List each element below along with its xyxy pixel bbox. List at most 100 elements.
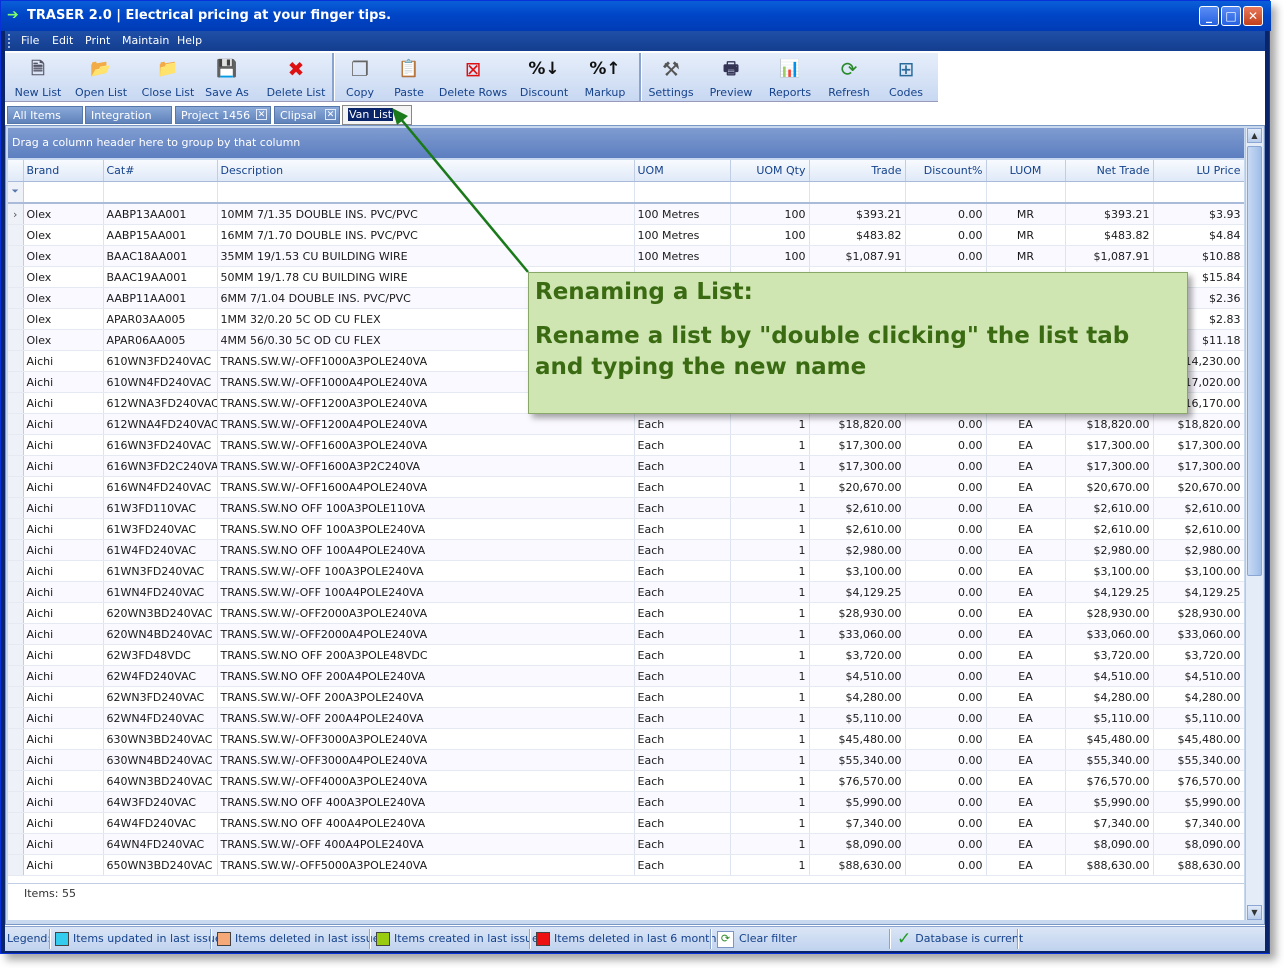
row-indicator[interactable] — [8, 665, 24, 687]
row-indicator[interactable] — [8, 287, 24, 309]
row-indicator[interactable] — [8, 707, 24, 729]
row-indicator[interactable] — [8, 728, 24, 750]
filter-cell[interactable] — [986, 181, 1066, 204]
table-row[interactable]: Aichi 630WN4BD240VAC TRANS.SW.W/-OFF3000A4… — [8, 749, 1244, 771]
save-as-button[interactable]: 💾 Save As — [202, 53, 252, 101]
row-indicator[interactable] — [8, 224, 24, 246]
table-row[interactable]: Aichi 616WN4FD240VAC TRANS.SW.W/-OFF1600A4… — [8, 476, 1244, 498]
filter-cell[interactable] — [905, 181, 987, 204]
row-indicator[interactable] — [8, 833, 24, 855]
discount-button[interactable]: %↓ Discount — [512, 53, 576, 101]
filter-cell[interactable] — [1153, 181, 1244, 204]
table-row[interactable]: Olex AABP15AA001 16MM 7/1.70 DOUBLE INS. P… — [8, 224, 1244, 246]
column-header-cat-[interactable]: Cat# — [103, 160, 218, 182]
column-header-brand[interactable]: Brand — [23, 160, 104, 182]
tab-all-items-list[interactable]: All Items List — [7, 106, 83, 139]
menu-grip[interactable] — [8, 34, 13, 48]
row-indicator[interactable] — [8, 560, 24, 582]
table-row[interactable]: Aichi 64WN4FD240VAC TRANS.SW.W/-OFF 400A4P… — [8, 833, 1244, 855]
title-bar[interactable]: ➔ TRASER 2.0 | Electrical pricing at you… — [1, 1, 1271, 31]
tab-integration-list[interactable]: Integration List — [85, 106, 172, 139]
delete-rows-button[interactable]: ⊠ Delete Rows — [435, 53, 511, 101]
settings-button[interactable]: ⚒ Settings — [643, 53, 699, 101]
table-row[interactable]: Aichi 61W4FD240VAC TRANS.SW.NO OFF 100A4PO… — [8, 539, 1244, 561]
row-indicator[interactable] — [8, 644, 24, 666]
column-header-uom-qty[interactable]: UOM Qty — [730, 160, 810, 182]
row-indicator[interactable] — [8, 392, 24, 414]
table-row[interactable]: Aichi 62W3FD48VDC TRANS.SW.NO OFF 200A3POL… — [8, 644, 1244, 666]
column-header-trade[interactable]: Trade — [809, 160, 906, 182]
preview-button[interactable]: 🖶 Preview — [703, 53, 759, 101]
row-indicator[interactable] — [8, 455, 24, 477]
open-list-button[interactable]: 📂 Open List — [71, 53, 131, 101]
table-row[interactable]: Aichi 64W3FD240VAC TRANS.SW.NO OFF 400A3PO… — [8, 791, 1244, 813]
table-row[interactable]: Aichi 61WN4FD240VAC TRANS.SW.W/-OFF 100A4P… — [8, 581, 1244, 603]
row-indicator[interactable] — [8, 518, 24, 540]
menu-help[interactable]: Help — [177, 34, 202, 47]
menu-print[interactable]: Print — [85, 34, 110, 47]
new-list-button[interactable]: 🗎 New List — [9, 53, 67, 101]
row-indicator[interactable] — [8, 329, 24, 351]
row-indicator[interactable] — [8, 812, 24, 834]
column-header-lu-price[interactable]: LU Price — [1153, 160, 1244, 182]
scroll-down-icon[interactable]: ▼ — [1247, 905, 1262, 920]
filter-cell[interactable] — [23, 181, 104, 204]
column-header-luom[interactable]: LUOM — [986, 160, 1066, 182]
row-indicator[interactable]: › — [8, 203, 24, 225]
refresh-button[interactable]: ⟳ Refresh — [820, 53, 878, 101]
row-indicator[interactable] — [8, 749, 24, 771]
row-indicator[interactable] — [8, 686, 24, 708]
tab-close-icon[interactable]: ✕ — [256, 109, 267, 120]
table-row[interactable]: Aichi 61WN3FD240VAC TRANS.SW.W/-OFF 100A3P… — [8, 560, 1244, 582]
column-header-uom[interactable]: UOM — [634, 160, 731, 182]
group-by-area[interactable]: Drag a column header here to group by th… — [8, 128, 1244, 158]
row-indicator[interactable] — [8, 497, 24, 519]
tab-van-list[interactable]: Van List — [342, 105, 412, 125]
row-indicator[interactable] — [8, 308, 24, 330]
close-button[interactable]: ✕ — [1243, 6, 1263, 26]
table-row[interactable]: Aichi 630WN3BD240VAC TRANS.SW.W/-OFF3000A3… — [8, 728, 1244, 750]
filter-cell[interactable] — [103, 181, 218, 204]
row-indicator[interactable] — [8, 539, 24, 561]
row-indicator[interactable] — [8, 434, 24, 456]
table-row[interactable]: Aichi 620WN4BD240VAC TRANS.SW.W/-OFF2000A4… — [8, 623, 1244, 645]
filter-cell[interactable] — [1065, 181, 1154, 204]
table-row[interactable]: Aichi 62WN3FD240VAC TRANS.SW.W/-OFF 200A3P… — [8, 686, 1244, 708]
menu-edit[interactable]: Edit — [52, 34, 73, 47]
column-header-description[interactable]: Description — [217, 160, 635, 182]
menu-file[interactable]: File — [21, 34, 39, 47]
table-row[interactable]: Aichi 612WNA4FD240VAC TRANS.SW.W/-OFF1200A… — [8, 413, 1244, 435]
reports-button[interactable]: 📊 Reports — [762, 53, 818, 101]
table-row[interactable]: Aichi 620WN3BD240VAC TRANS.SW.W/-OFF2000A3… — [8, 602, 1244, 624]
row-indicator[interactable] — [8, 581, 24, 603]
table-row[interactable]: Aichi 640WN3BD240VAC TRANS.SW.W/-OFF4000A3… — [8, 770, 1244, 792]
table-row[interactable]: › Olex AABP13AA001 10MM 7/1.35 DOUBLE INS. … — [8, 203, 1244, 225]
menu-maintain[interactable]: Maintain — [122, 34, 169, 47]
table-row[interactable]: Aichi 62W4FD240VAC TRANS.SW.NO OFF 200A4PO… — [8, 665, 1244, 687]
filter-cell[interactable] — [634, 181, 731, 204]
tab-clipsal[interactable]: Clipsal ✕ — [274, 106, 340, 124]
table-row[interactable]: Aichi 61W3FD110VAC TRANS.SW.NO OFF 100A3PO… — [8, 497, 1244, 519]
maximize-button[interactable]: □ — [1221, 6, 1241, 26]
markup-button[interactable]: %↑ Markup — [577, 53, 633, 101]
table-row[interactable]: Aichi 616WN3FD2C240VA TRANS.SW.W/-OFF1600A… — [8, 455, 1244, 477]
minimize-button[interactable]: _ — [1199, 6, 1219, 26]
column-header-discount-[interactable]: Discount% — [905, 160, 987, 182]
row-indicator[interactable] — [8, 245, 24, 267]
table-row[interactable]: Aichi 62WN4FD240VAC TRANS.SW.W/-OFF 200A4P… — [8, 707, 1244, 729]
filter-cell[interactable] — [217, 181, 635, 204]
table-row[interactable]: Aichi 64W4FD240VAC TRANS.SW.NO OFF 400A4PO… — [8, 812, 1244, 834]
scroll-up-icon[interactable]: ▲ — [1247, 128, 1262, 143]
table-row[interactable]: Aichi 616WN3FD240VAC TRANS.SW.W/-OFF1600A3… — [8, 434, 1244, 456]
tab-project-1456[interactable]: Project 1456 ✕ — [175, 106, 271, 124]
clear-filter-button[interactable]: ⟳ Clear filter — [717, 927, 797, 951]
row-indicator[interactable] — [8, 770, 24, 792]
delete-list-button[interactable]: ✖ Delete List — [261, 53, 331, 101]
table-row[interactable]: Aichi 650WN3BD240VAC TRANS.SW.W/-OFF5000A3… — [8, 854, 1244, 876]
paste-button[interactable]: 📋 Paste — [385, 53, 433, 101]
row-indicator[interactable] — [8, 623, 24, 645]
tab-close-icon[interactable]: ✕ — [325, 109, 336, 120]
row-indicator[interactable] — [8, 791, 24, 813]
close-list-button[interactable]: 📁 Close List — [135, 53, 201, 101]
filter-cell[interactable] — [809, 181, 906, 204]
